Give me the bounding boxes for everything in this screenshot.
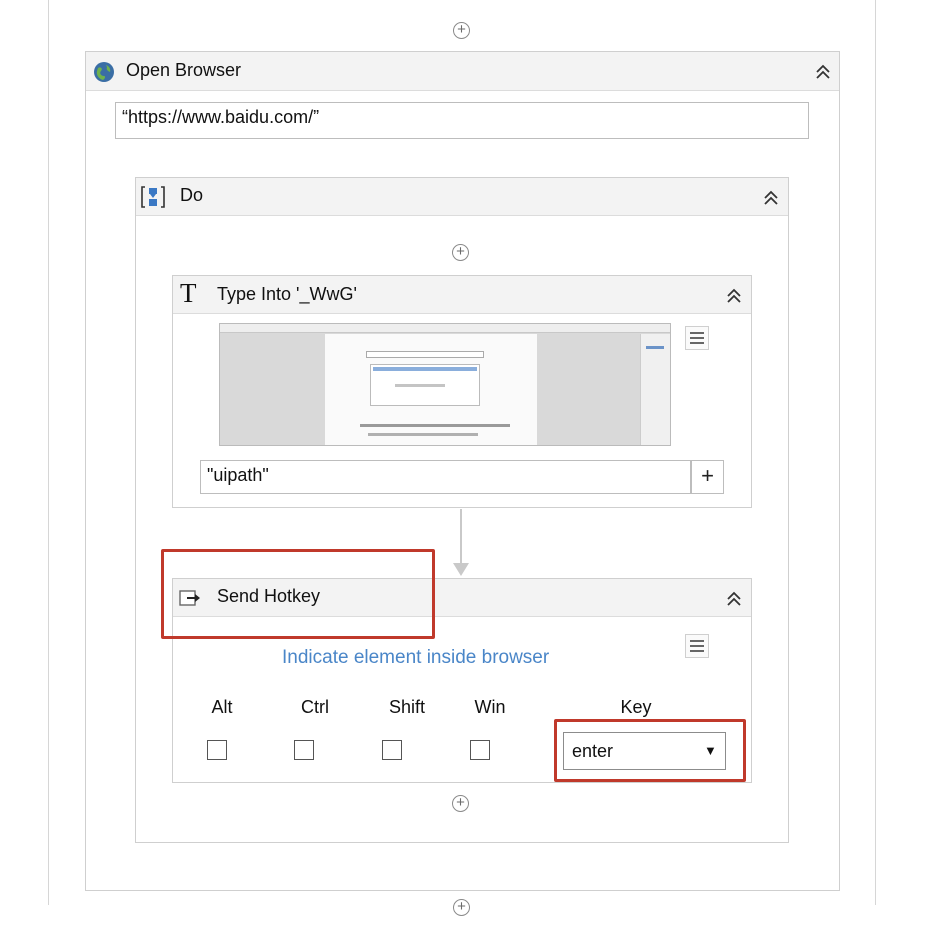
shift-label: Shift bbox=[388, 697, 426, 717]
do-header[interactable]: Do bbox=[136, 178, 788, 216]
add-activity-icon[interactable]: + bbox=[452, 244, 469, 261]
text-T-icon: T bbox=[180, 278, 197, 308]
send-hotkey-menu-icon[interactable] bbox=[685, 634, 709, 658]
type-into-header[interactable]: T Type Into '_WwG' bbox=[173, 276, 751, 314]
type-into-title: Type Into '_WwG' bbox=[217, 284, 357, 304]
ctrl-checkbox[interactable] bbox=[294, 740, 314, 760]
ctrl-label: Ctrl bbox=[301, 697, 329, 717]
do-title: Do bbox=[180, 185, 204, 205]
add-activity-icon[interactable]: + bbox=[452, 795, 469, 812]
add-text-button[interactable]: + bbox=[691, 460, 724, 494]
highlight-key-dropdown bbox=[554, 719, 746, 782]
connector-arrow-icon bbox=[453, 563, 469, 576]
indicate-element-link[interactable]: Indicate element inside browser bbox=[282, 647, 549, 669]
type-into-menu-icon[interactable] bbox=[685, 326, 709, 350]
add-activity-bottom-icon[interactable]: + bbox=[453, 899, 470, 916]
sequence-icon bbox=[141, 186, 165, 208]
designer-right-border bbox=[875, 0, 876, 905]
text-input[interactable]: "uipath" bbox=[200, 460, 691, 494]
add-activity-top-icon[interactable]: + bbox=[453, 22, 470, 39]
open-browser-title: Open Browser bbox=[126, 60, 242, 80]
element-screenshot-thumbnail[interactable] bbox=[219, 323, 671, 446]
url-input[interactable]: “https://www.baidu.com/” bbox=[115, 102, 809, 139]
designer-left-border bbox=[48, 0, 49, 905]
globe-icon bbox=[94, 62, 114, 82]
shift-checkbox[interactable] bbox=[382, 740, 402, 760]
collapse-icon[interactable] bbox=[725, 590, 743, 608]
collapse-icon[interactable] bbox=[814, 63, 832, 81]
win-label: Win bbox=[474, 697, 506, 717]
alt-label: Alt bbox=[211, 697, 233, 717]
connector-line bbox=[460, 509, 462, 565]
open-browser-header[interactable]: Open Browser bbox=[86, 52, 839, 91]
key-label: Key bbox=[620, 697, 652, 717]
collapse-icon[interactable] bbox=[762, 189, 780, 207]
alt-checkbox[interactable] bbox=[207, 740, 227, 760]
highlight-send-hotkey-title bbox=[161, 549, 435, 639]
collapse-icon[interactable] bbox=[725, 287, 743, 305]
win-checkbox[interactable] bbox=[470, 740, 490, 760]
